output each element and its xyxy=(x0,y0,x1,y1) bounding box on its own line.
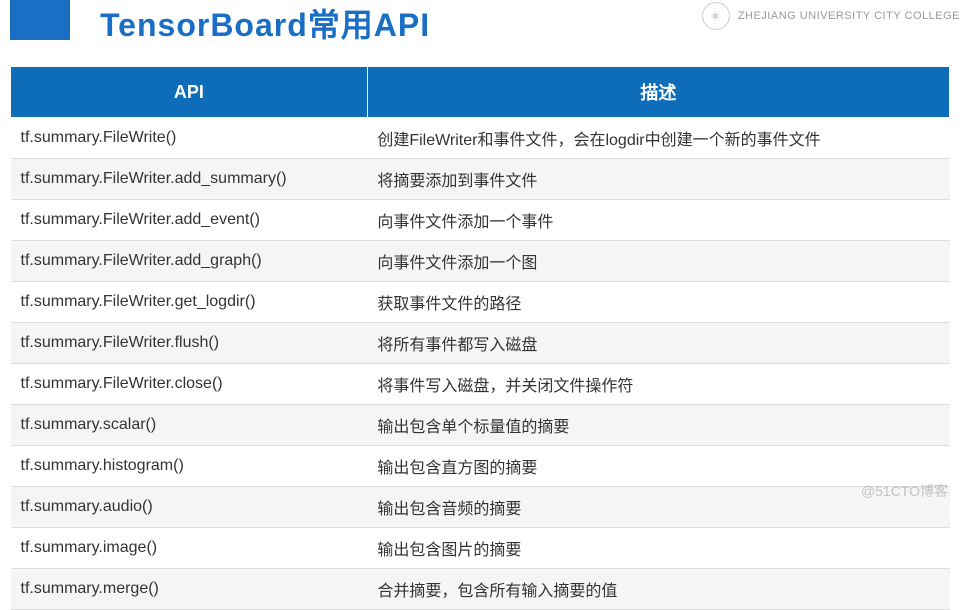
watermark: @51CTO博客 xyxy=(861,481,948,501)
table-row: tf.summary.FileWriter.close()将事件写入磁盘，并关闭… xyxy=(11,364,950,405)
cell-api: tf.summary.audio() xyxy=(11,487,368,528)
table-row: tf.summary.FileWrite()创建FileWriter和事件文件，… xyxy=(11,118,950,159)
page-title: TensorBoard常用API xyxy=(100,0,430,46)
cell-desc: 向事件文件添加一个图 xyxy=(367,241,949,282)
col-header-api: API xyxy=(11,67,368,118)
cell-api: tf.summary.histogram() xyxy=(11,446,368,487)
header-right: ✶ ZHEJIANG UNIVERSITY CITY COLLEGE xyxy=(702,2,960,30)
cell-desc: 创建FileWriter和事件文件，会在logdir中创建一个新的事件文件 xyxy=(367,118,949,159)
table-row: tf.summary.histogram()输出包含直方图的摘要 xyxy=(11,446,950,487)
cell-desc: 输出包含单个标量值的摘要 xyxy=(367,405,949,446)
header: TensorBoard常用API ✶ ZHEJIANG UNIVERSITY C… xyxy=(0,0,960,66)
cell-api: tf.summary.scalar() xyxy=(11,405,368,446)
cell-desc: 将摘要添加到事件文件 xyxy=(367,159,949,200)
api-table: API 描述 tf.summary.FileWrite()创建FileWrite… xyxy=(10,66,950,610)
cell-api: tf.summary.merge() xyxy=(11,569,368,610)
table-wrap: API 描述 tf.summary.FileWrite()创建FileWrite… xyxy=(0,66,960,610)
cell-api: tf.summary.FileWriter.add_summary() xyxy=(11,159,368,200)
cell-desc: 将所有事件都写入磁盘 xyxy=(367,323,949,364)
cell-desc: 合并摘要，包含所有输入摘要的值 xyxy=(367,569,949,610)
table-row: tf.summary.audio()输出包含音频的摘要 xyxy=(11,487,950,528)
cell-api: tf.summary.FileWriter.flush() xyxy=(11,323,368,364)
cell-desc: 输出包含图片的摘要 xyxy=(367,528,949,569)
col-header-desc: 描述 xyxy=(367,67,949,118)
cell-api: tf.summary.FileWriter.add_graph() xyxy=(11,241,368,282)
table-row: tf.summary.FileWriter.flush()将所有事件都写入磁盘 xyxy=(11,323,950,364)
cell-api: tf.summary.FileWriter.close() xyxy=(11,364,368,405)
cell-desc: 将事件写入磁盘，并关闭文件操作符 xyxy=(367,364,949,405)
table-row: tf.summary.FileWriter.get_logdir()获取事件文件… xyxy=(11,282,950,323)
table-header-row: API 描述 xyxy=(11,67,950,118)
university-seal-icon: ✶ xyxy=(702,2,730,30)
table-row: tf.summary.image()输出包含图片的摘要 xyxy=(11,528,950,569)
table-row: tf.summary.FileWriter.add_event()向事件文件添加… xyxy=(11,200,950,241)
cell-api: tf.summary.image() xyxy=(11,528,368,569)
table-row: tf.summary.FileWriter.add_summary()将摘要添加… xyxy=(11,159,950,200)
header-right-text: ZHEJIANG UNIVERSITY CITY COLLEGE xyxy=(738,10,960,22)
table-row: tf.summary.scalar()输出包含单个标量值的摘要 xyxy=(11,405,950,446)
table-row: tf.summary.merge()合并摘要，包含所有输入摘要的值 xyxy=(11,569,950,610)
cell-api: tf.summary.FileWriter.add_event() xyxy=(11,200,368,241)
cell-desc: 向事件文件添加一个事件 xyxy=(367,200,949,241)
logo-block xyxy=(10,0,70,40)
cell-api: tf.summary.FileWriter.get_logdir() xyxy=(11,282,368,323)
table-row: tf.summary.FileWriter.add_graph()向事件文件添加… xyxy=(11,241,950,282)
cell-api: tf.summary.FileWrite() xyxy=(11,118,368,159)
cell-desc: 获取事件文件的路径 xyxy=(367,282,949,323)
